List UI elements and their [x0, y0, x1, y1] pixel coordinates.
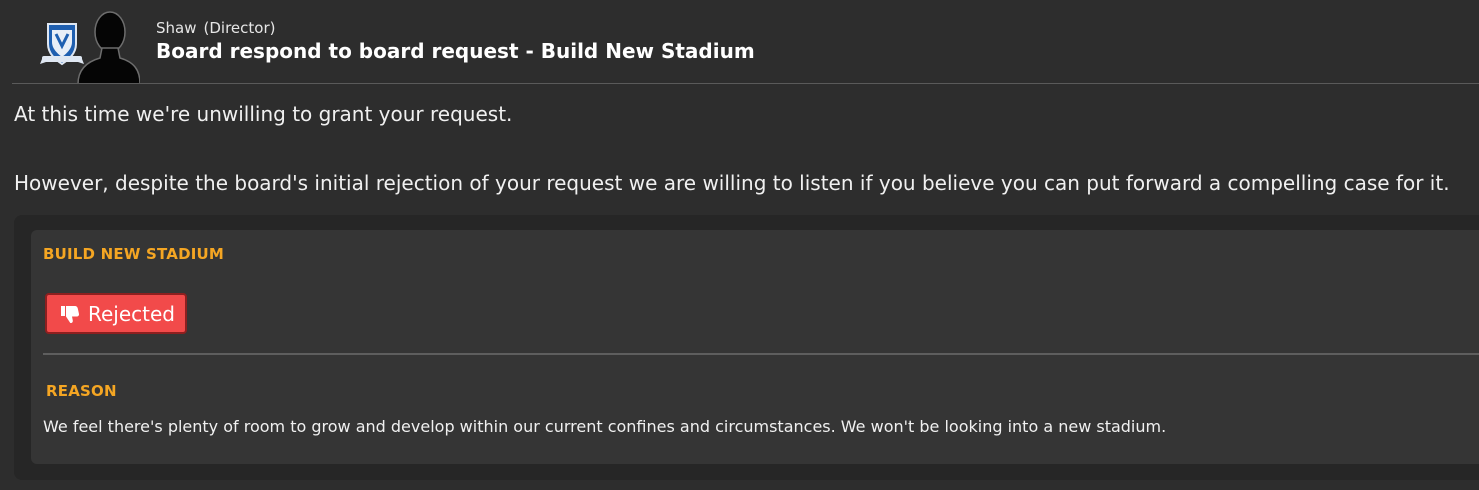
message-paragraph-2: However, despite the board's initial rej…: [14, 171, 1450, 195]
thumbs-down-icon: [61, 305, 80, 323]
director-avatar: [77, 11, 140, 84]
request-heading: BUILD NEW STADIUM: [43, 245, 225, 263]
message-header: Shaw (Director) Board respond to board re…: [0, 0, 1479, 84]
message-title: Board respond to board request - Build N…: [156, 39, 755, 63]
section-divider: [43, 353, 1479, 355]
reason-heading: REASON: [46, 382, 117, 400]
sender-role: (Director): [203, 19, 276, 37]
status-label: Rejected: [88, 301, 176, 326]
sender-line: Shaw (Director): [156, 19, 275, 37]
sender-name[interactable]: Shaw: [156, 19, 197, 37]
message-paragraph-1: At this time we're unwilling to grant yo…: [14, 102, 513, 126]
rejected-status-button[interactable]: Rejected: [45, 293, 187, 334]
reason-text: We feel there's plenty of room to grow a…: [43, 417, 1167, 436]
header-divider: [12, 83, 1479, 84]
